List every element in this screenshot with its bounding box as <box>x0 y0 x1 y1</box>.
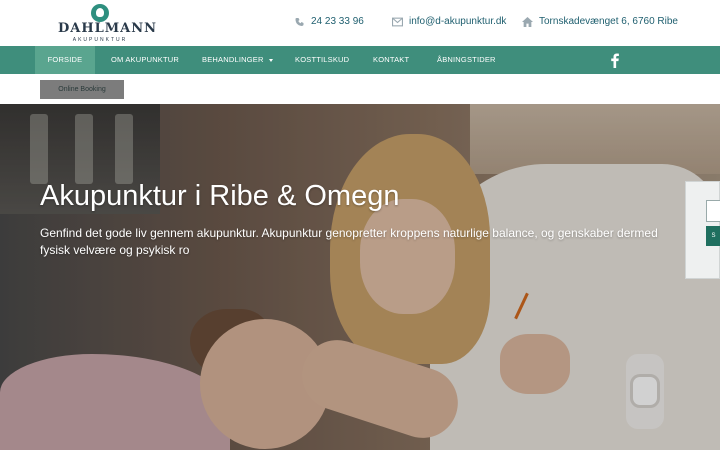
side-widget: S <box>685 181 720 279</box>
nav-item-kosttilskud[interactable]: KOSTTILSKUD <box>295 46 349 74</box>
hero-title: Akupunktur i Ribe & Omegn <box>40 180 400 212</box>
nav-item-label: KOSTTILSKUD <box>295 55 350 64</box>
nav-item-behandlinger[interactable]: BEHANDLINGER <box>202 46 273 74</box>
nav-item-label: OM AKUPUNKTUR <box>111 55 180 64</box>
home-icon <box>522 16 533 27</box>
envelope-icon <box>392 17 403 26</box>
nav-item-kontakt[interactable]: KONTAKT <box>373 46 409 74</box>
site-header: DAHLMANN AKUPUNKTUR 24 23 33 96 info@d-a… <box>0 0 720 46</box>
nav-item-forside[interactable]: FORSIDE <box>35 46 95 74</box>
nav-item-label: BEHANDLINGER <box>202 55 264 64</box>
phone-icon <box>295 17 304 26</box>
hero-text: Genfind det gode liv gennem akupunktur. … <box>40 226 658 257</box>
hero-overlay <box>0 104 720 450</box>
logo-tagline: AKUPUNKTUR <box>72 37 128 43</box>
contact-phone[interactable]: 24 23 33 96 <box>294 16 364 27</box>
facebook-icon[interactable] <box>608 52 622 68</box>
chevron-down-icon <box>268 58 273 62</box>
online-booking-button[interactable]: Online Booking <box>40 80 124 99</box>
contact-address[interactable]: Tornskadevænget 6, 6760 Ribe <box>522 16 678 27</box>
logo-name: DAHLMANN <box>58 21 158 36</box>
email-address: info@d-akupunktur.dk <box>409 16 507 27</box>
phone-number: 24 23 33 96 <box>311 16 364 27</box>
logo-mark-icon <box>91 4 109 22</box>
nav-item-om-akupunktur[interactable]: OM AKUPUNKTUR <box>111 46 179 74</box>
site-logo[interactable]: DAHLMANN AKUPUNKTUR <box>58 4 158 43</box>
nav-item-label: ÅBNINGSTIDER <box>437 55 496 64</box>
nav-item-label: KONTAKT <box>373 55 410 64</box>
side-widget-button[interactable]: S <box>706 226 720 246</box>
contact-email[interactable]: info@d-akupunktur.dk <box>392 16 506 27</box>
hero-section <box>0 104 720 450</box>
street-address: Tornskadevænget 6, 6760 Ribe <box>539 16 678 27</box>
side-widget-input[interactable] <box>706 200 720 222</box>
nav-item-abningstider[interactable]: ÅBNINGSTIDER <box>437 46 496 74</box>
nav-item-label: FORSIDE <box>47 55 83 64</box>
